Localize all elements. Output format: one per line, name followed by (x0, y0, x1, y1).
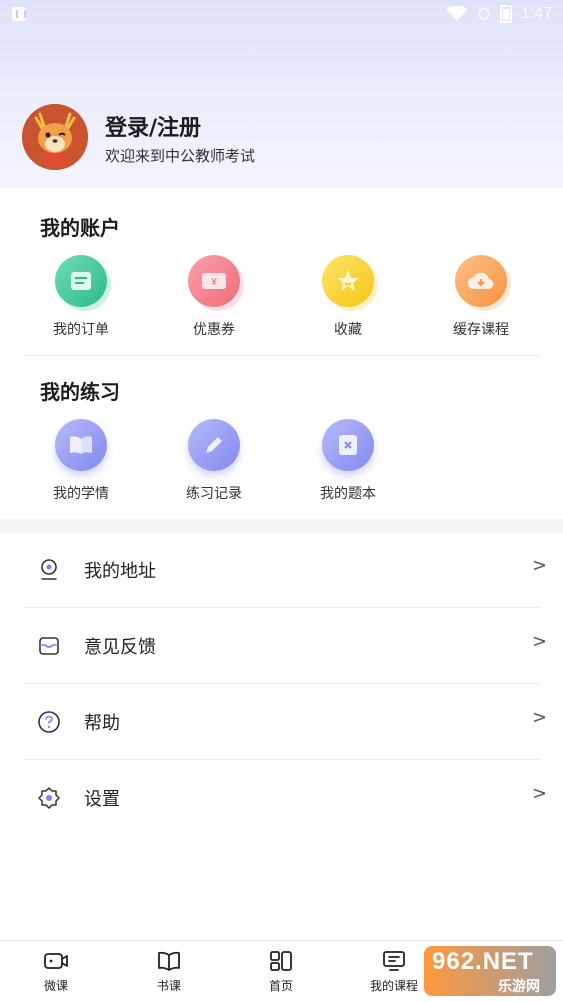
account-item-cached-courses[interactable]: 缓存课程 (426, 255, 536, 345)
watermark-bottom: 乐游网 (498, 978, 540, 994)
wifi-icon (446, 6, 468, 21)
status-bar: 1:47 (0, 0, 563, 30)
menu-item-address[interactable]: 我的地址 > (0, 532, 563, 608)
nav-tab-home[interactable]: 首页 (241, 949, 321, 999)
my-course-icon (383, 951, 405, 971)
menu-item-feedback[interactable]: 意见反馈 > (0, 608, 563, 684)
pencil-icon (188, 419, 240, 471)
svg-text:¥: ¥ (210, 277, 217, 288)
order-icon (55, 255, 107, 307)
practice-item-label: 我的学情 (53, 486, 109, 502)
watermark-top: 962.NET (432, 948, 534, 975)
book-icon (55, 419, 107, 471)
avatar[interactable] (22, 104, 88, 170)
chevron-right-icon: > (532, 783, 548, 804)
deer-mascot-icon (22, 104, 88, 170)
nav-tab-my-courses[interactable]: 我的课程 (354, 949, 434, 999)
account-item-orders[interactable]: 我的订单 (26, 255, 136, 345)
help-icon (38, 711, 60, 733)
app-notification-icon (12, 7, 26, 21)
home-icon (270, 951, 292, 971)
status-time: 1:47 (521, 5, 553, 22)
nav-label: 首页 (268, 979, 293, 993)
nav-label: 我的课程 (369, 979, 418, 993)
account-item-label: 缓存课程 (453, 322, 509, 338)
menu-item-settings[interactable]: 设置 > (0, 760, 563, 836)
book-course-icon (158, 951, 180, 971)
menu-item-label: 设置 (84, 789, 120, 810)
chevron-right-icon: > (532, 631, 548, 652)
practice-item-records[interactable]: 练习记录 (159, 419, 269, 509)
star-icon (322, 255, 374, 307)
chevron-right-icon: > (532, 555, 548, 576)
login-register-link[interactable]: 登录/注册 (105, 110, 201, 142)
account-item-favorites[interactable]: 收藏 (293, 255, 403, 345)
download-cloud-icon (455, 255, 507, 307)
menu-item-label: 意见反馈 (84, 637, 156, 658)
sync-icon (478, 8, 490, 20)
account-item-coupons[interactable]: ¥ 优惠券 (159, 255, 269, 345)
practice-item-question-book[interactable]: 我的题本 (293, 419, 403, 509)
account-item-label: 我的订单 (53, 322, 109, 338)
practice-item-study-status[interactable]: 我的学情 (26, 419, 136, 509)
location-icon (41, 559, 57, 580)
nav-tab-book-course[interactable]: 书课 (129, 949, 209, 999)
section-gap (0, 519, 563, 533)
video-icon (44, 953, 68, 969)
coupon-icon: ¥ (188, 255, 240, 307)
practice-item-label: 练习记录 (186, 486, 242, 502)
site-watermark: 962.NET 乐游网 (424, 946, 556, 996)
menu-item-help[interactable]: 帮助 > (0, 684, 563, 760)
battery-icon (500, 5, 512, 23)
menu-item-label: 帮助 (84, 713, 120, 734)
welcome-text: 欢迎来到中公教师考试 (105, 147, 256, 165)
nav-label: 书课 (156, 979, 181, 993)
account-item-label: 收藏 (334, 322, 362, 338)
account-section-title: 我的账户 (40, 216, 120, 240)
nav-label: 微课 (43, 979, 68, 993)
chevron-right-icon: > (532, 707, 548, 728)
practice-item-label: 我的题本 (320, 486, 376, 502)
section-divider (24, 355, 540, 356)
menu-item-label: 我的地址 (84, 561, 156, 582)
feedback-icon (39, 637, 59, 655)
practice-section-title: 我的练习 (40, 380, 120, 404)
account-item-label: 优惠券 (193, 322, 235, 338)
nav-tab-micro-course[interactable]: 微课 (16, 949, 96, 999)
profile-header: 1:47 登录/注册 欢迎来到中公教师考试 (0, 0, 563, 188)
settings-icon (38, 787, 60, 809)
question-book-icon (322, 419, 374, 471)
